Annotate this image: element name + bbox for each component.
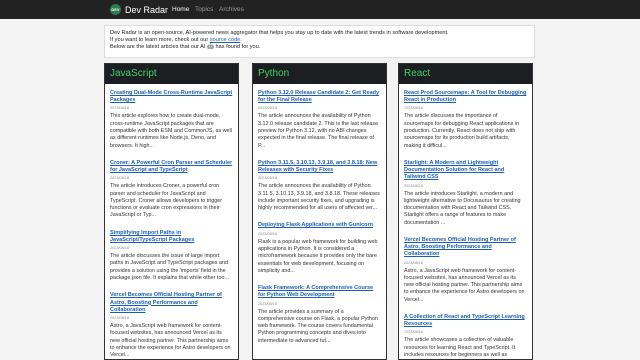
article-item: Flask Framework: A Comprehensive Course … [258, 285, 381, 345]
article-title-link[interactable]: Croner: A Powerful Cron Parser and Sched… [110, 160, 233, 174]
article-date: 2023/08/18 [110, 246, 130, 251]
article-description: The article announces the availability o… [258, 183, 380, 212]
intro-panel: Dev Radar is an open-source, AI-powered … [104, 25, 535, 58]
article-title-link[interactable]: Vercel Becomes Official Hosting Partner … [110, 292, 233, 314]
article-description: The article showcases a collection of va… [404, 337, 516, 359]
article-title-link[interactable]: Python 3.11.5, 3.10.13, 3.9.18, and 3.8.… [258, 160, 381, 174]
article-date: 2023/08/18 [404, 183, 424, 188]
article-item: Python 3.11.5, 3.10.13, 3.9.18, and 3.8.… [258, 160, 381, 213]
article-title-link[interactable]: A Collection of React and TypeScript Lea… [404, 314, 527, 328]
article-description: The article provides a summary of a comp… [258, 308, 378, 344]
article-item: Vercel Becomes Official Hosting Partner … [404, 237, 527, 304]
article-title-link[interactable]: Python 3.12.0 Release Candidate 2: Get R… [258, 90, 381, 104]
article-title-link[interactable]: Flask Framework: A Comprehensive Course … [258, 285, 381, 299]
column-python: Python Python 3.12.0 Release Candidate 2… [252, 63, 387, 360]
brand-link[interactable]: DEV Dev Radar [110, 0, 168, 19]
article-date: 2023/08/18 [110, 315, 130, 320]
article-date: 2023/08/18 [258, 106, 278, 111]
radar-logo-icon: DEV [110, 4, 121, 15]
column-body-python: Python 3.12.0 Release Candidate 2: Get R… [253, 84, 386, 345]
intro-line-2-prefix: If you want to learn more, check out our [110, 37, 210, 44]
article-title-link[interactable]: Starlight: A Modern and Lightweight Docu… [404, 160, 527, 182]
article-item: Starlight: A Modern and Lightweight Docu… [404, 160, 527, 227]
article-title-link[interactable]: Creating Dual-Mode Cross-Runtime JavaScr… [110, 90, 233, 104]
intro-line-3: Below are the latest articles that our A… [110, 44, 261, 51]
column-react: React React Prod Sourcemaps: A Tool for … [398, 63, 533, 360]
column-header-javascript: JavaScript [105, 64, 238, 84]
article-title-link[interactable]: Simplifying Import Paths in JavaScript/T… [110, 230, 233, 244]
top-navbar: DEV Dev Radar Home Topics Archives [0, 0, 640, 19]
column-javascript: JavaScript Creating Dual-Mode Cross-Runt… [104, 63, 239, 360]
article-item: Creating Dual-Mode Cross-Runtime JavaScr… [110, 90, 233, 150]
article-description: The article introduces Croner, a powerfu… [110, 183, 223, 219]
column-header-react: React [399, 64, 532, 84]
column-body-react: React Prod Sourcemaps: A Tool for Debugg… [399, 84, 532, 359]
intro-line-2-suffix: . [240, 37, 242, 44]
article-description: The article discusses the importance of … [404, 113, 520, 149]
intro-line-1: Dev Radar is an open-source, AI-powered … [110, 30, 449, 36]
article-description: The article discusses the issue of large… [110, 253, 229, 282]
brand-name: Dev Radar [125, 4, 169, 15]
column-header-python: Python [253, 64, 386, 84]
article-description: The article introduces Starlight, a mode… [404, 190, 521, 226]
article-title-link[interactable]: Vercel Becomes Official Hosting Partner … [404, 237, 527, 259]
article-description: The article announces the availability o… [258, 113, 379, 149]
article-description: Flask is a popular web framework for bui… [258, 238, 378, 274]
article-item: A Collection of React and TypeScript Lea… [404, 314, 527, 359]
article-date: 2023/08/18 [404, 260, 424, 265]
source-code-link[interactable]: source code [210, 37, 240, 43]
article-item: Python 3.12.0 Release Candidate 2: Get R… [258, 90, 381, 150]
article-description: Astro, a JavaScript web framework for co… [404, 267, 525, 303]
article-date: 2023/08/18 [258, 231, 278, 236]
article-item: Simplifying Import Paths in JavaScript/T… [110, 230, 233, 283]
article-item: Deploying Flask Applications with Gunico… [258, 222, 381, 275]
article-date: 2023/08/18 [258, 176, 278, 181]
nav-archives-link[interactable]: Archives [219, 0, 244, 19]
article-title-link[interactable]: Deploying Flask Applications with Gunico… [258, 222, 381, 229]
article-description: Astro, a JavaScript web framework for co… [110, 322, 231, 359]
article-item: Croner: A Powerful Cron Parser and Sched… [110, 160, 233, 220]
column-body-javascript: Creating Dual-Mode Cross-Runtime JavaScr… [105, 84, 238, 359]
article-title-link[interactable]: React Prod Sourcemaps: A Tool for Debugg… [404, 90, 527, 104]
article-date: 2023/08/18 [404, 330, 424, 335]
article-item: React Prod Sourcemaps: A Tool for Debugg… [404, 90, 527, 150]
article-date: 2023/08/18 [258, 301, 278, 306]
article-date: 2023/08/18 [110, 176, 130, 181]
article-date: 2023/08/18 [110, 106, 130, 111]
nav-home-link[interactable]: Home [172, 0, 189, 19]
article-item: Vercel Becomes Official Hosting Partner … [110, 292, 233, 359]
article-description: This article explores how to create dual… [110, 113, 232, 149]
nav-topics-link[interactable]: Topics [195, 0, 213, 19]
article-date: 2023/08/18 [404, 106, 424, 111]
